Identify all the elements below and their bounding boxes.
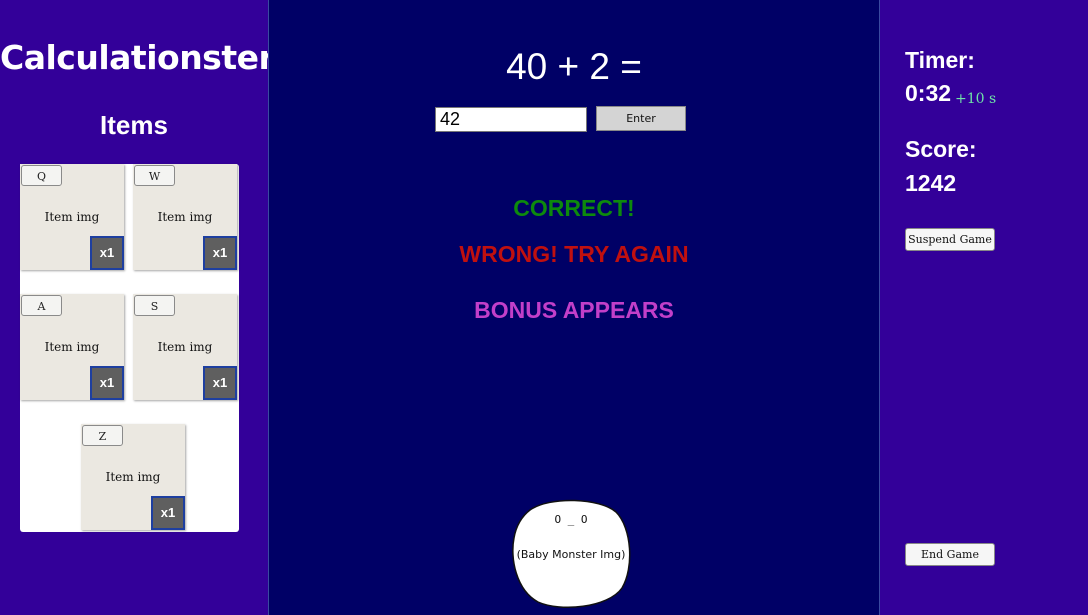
item-hotkey[interactable]: W xyxy=(134,165,175,186)
monster-image-label: (Baby Monster Img) xyxy=(516,548,626,561)
item-card-a[interactable]: A Item img x1 xyxy=(20,294,124,400)
timer-label: Timer: xyxy=(905,47,975,73)
score-value: 1242 xyxy=(905,170,957,196)
item-image-placeholder: Item img xyxy=(157,340,213,354)
monster-face: O _ O xyxy=(554,513,588,526)
item-hotkey[interactable]: S xyxy=(134,295,175,316)
timer-bonus: +10 s xyxy=(955,91,997,107)
math-question: 40 + 2 = xyxy=(506,46,642,87)
item-card-s[interactable]: S Item img x1 xyxy=(133,294,237,400)
item-card-z[interactable]: Z Item img x1 xyxy=(81,424,185,530)
item-image-placeholder: Item img xyxy=(44,210,100,224)
items-panel: Q Item img x1 W Item img x1 A Item img x… xyxy=(20,164,239,532)
suspend-game-button[interactable]: Suspend Game xyxy=(905,228,995,251)
item-hotkey[interactable]: Z xyxy=(82,425,123,446)
items-title: Items xyxy=(100,110,168,140)
item-count-badge: x1 xyxy=(90,236,124,270)
item-count-badge: x1 xyxy=(90,366,124,400)
enter-button[interactable]: Enter xyxy=(596,106,686,131)
item-image-placeholder: Item img xyxy=(157,210,213,224)
wrong-message: WRONG! TRY AGAIN xyxy=(459,241,689,267)
game-screen: Calculationster Items Q Item img x1 W It… xyxy=(0,0,1088,615)
item-count-badge: x1 xyxy=(203,236,237,270)
timer-value: 0:32 xyxy=(905,80,952,106)
item-hotkey[interactable]: A xyxy=(21,295,62,316)
baby-monster: O _ O (Baby Monster Img) xyxy=(510,498,632,610)
answer-input[interactable] xyxy=(435,107,587,132)
bonus-message: BONUS APPEARS xyxy=(474,297,674,323)
item-count-badge: x1 xyxy=(151,496,185,530)
correct-message: CORRECT! xyxy=(513,195,635,221)
score-label: Score: xyxy=(905,136,977,162)
item-card-w[interactable]: W Item img x1 xyxy=(133,164,237,270)
game-logo: Calculationster xyxy=(0,38,275,77)
play-area: 40 + 2 = Enter CORRECT! WRONG! TRY AGAIN… xyxy=(268,0,880,615)
item-card-q[interactable]: Q Item img x1 xyxy=(20,164,124,270)
item-count-badge: x1 xyxy=(203,366,237,400)
item-image-placeholder: Item img xyxy=(44,340,100,354)
stats-panel: Timer: 0:32 +10 s Score: 1242 Suspend Ga… xyxy=(880,0,1088,615)
item-hotkey[interactable]: Q xyxy=(21,165,62,186)
items-sidebar: Calculationster Items Q Item img x1 W It… xyxy=(0,0,275,615)
end-game-button[interactable]: End Game xyxy=(905,543,995,566)
item-image-placeholder: Item img xyxy=(105,470,161,484)
